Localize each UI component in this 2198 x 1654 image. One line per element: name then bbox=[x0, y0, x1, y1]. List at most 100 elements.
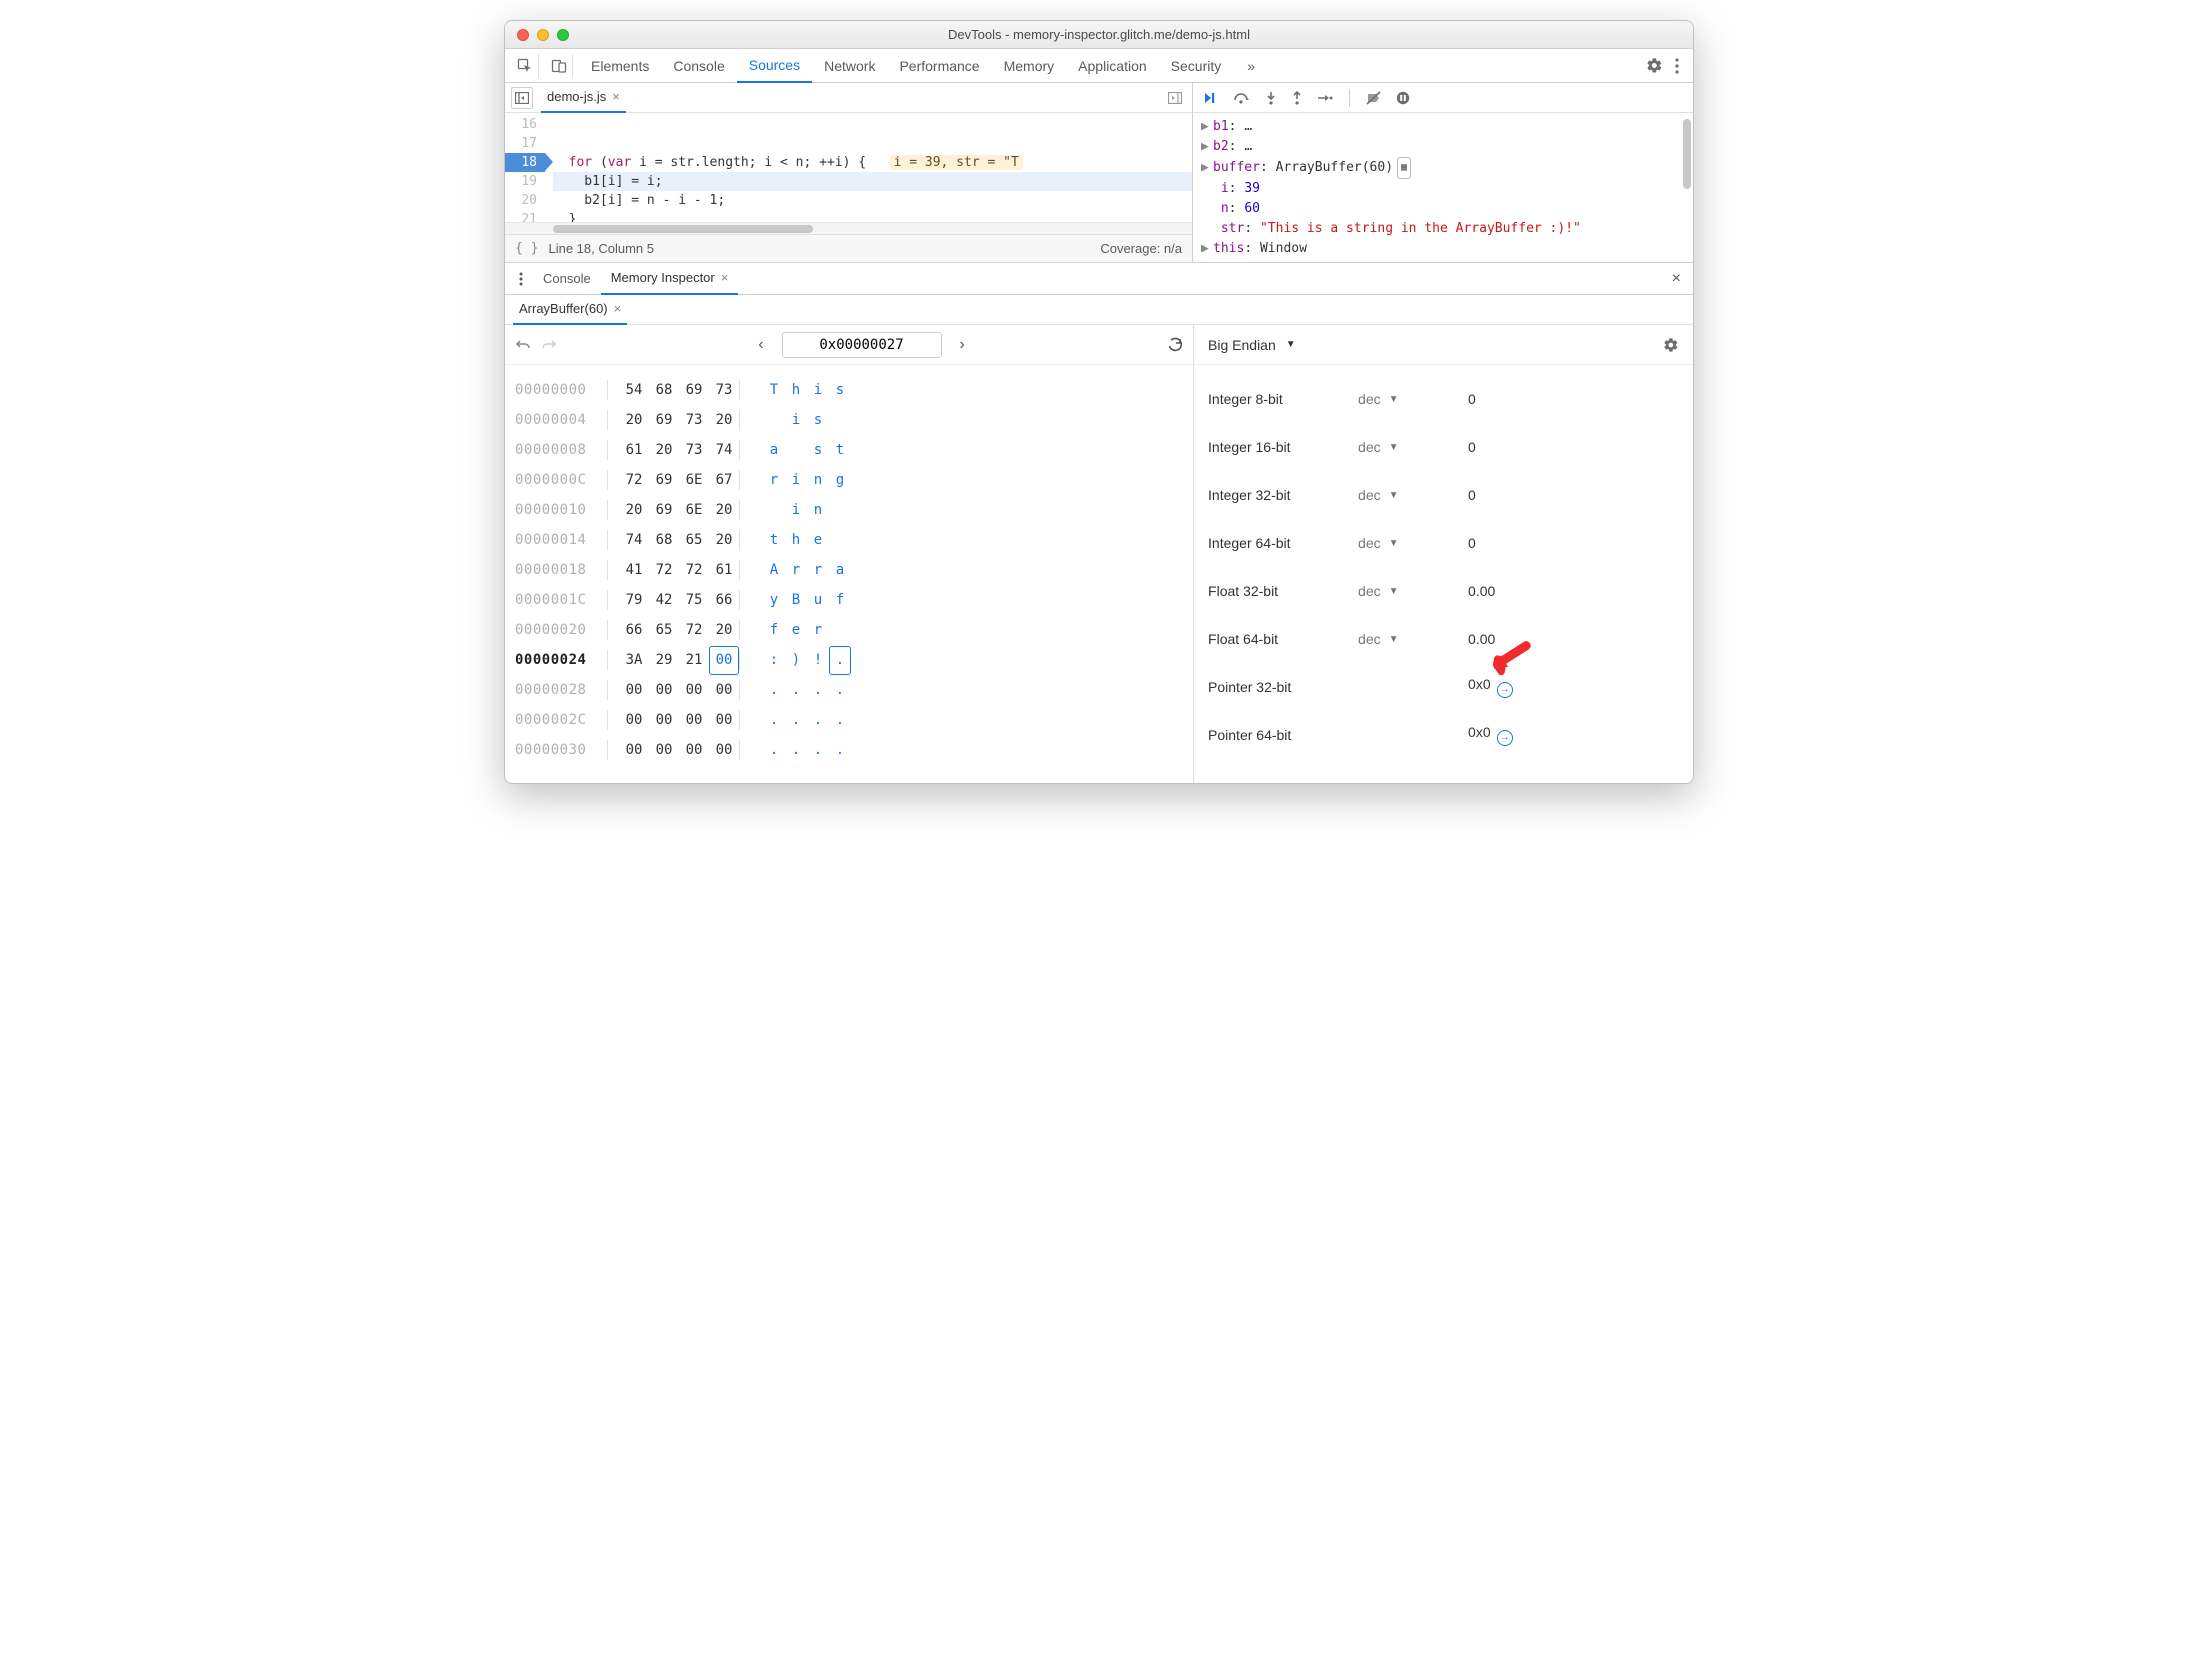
hex-byte[interactable]: 74 bbox=[709, 435, 739, 465]
hex-ascii[interactable]: . bbox=[763, 675, 785, 705]
hex-byte[interactable]: 72 bbox=[679, 555, 709, 585]
hex-byte[interactable]: 20 bbox=[709, 405, 739, 435]
hex-byte[interactable]: 00 bbox=[679, 705, 709, 735]
hex-ascii[interactable] bbox=[829, 495, 851, 525]
hex-ascii[interactable]: ) bbox=[785, 645, 807, 675]
hex-ascii[interactable]: t bbox=[829, 435, 851, 465]
resume-icon[interactable] bbox=[1203, 91, 1219, 105]
hex-byte[interactable]: 61 bbox=[709, 555, 739, 585]
horizontal-scrollbar[interactable] bbox=[505, 222, 1192, 234]
deactivate-breakpoints-icon[interactable] bbox=[1366, 91, 1382, 105]
hex-ascii[interactable]: . bbox=[807, 675, 829, 705]
step-icon[interactable] bbox=[1317, 92, 1333, 104]
hex-ascii[interactable]: r bbox=[807, 555, 829, 585]
hex-byte[interactable]: 20 bbox=[709, 525, 739, 555]
drawer-kebab-icon[interactable] bbox=[513, 272, 529, 286]
hex-ascii[interactable]: . bbox=[807, 705, 829, 735]
hex-ascii[interactable]: i bbox=[785, 495, 807, 525]
memory-chip-icon[interactable]: ▦ bbox=[1397, 157, 1411, 179]
hex-byte[interactable]: 21 bbox=[679, 645, 709, 675]
scope-variables[interactable]: ▶b1: … ▶b2: … ▶buffer: ArrayBuffer(60)▦ … bbox=[1193, 113, 1693, 262]
hex-byte[interactable]: 00 bbox=[619, 705, 649, 735]
hex-byte[interactable]: 73 bbox=[679, 435, 709, 465]
value-format-select[interactable]: dec▼ bbox=[1358, 391, 1468, 407]
hex-ascii[interactable]: e bbox=[785, 615, 807, 645]
hex-byte[interactable]: 20 bbox=[649, 435, 679, 465]
hex-ascii[interactable]: n bbox=[807, 465, 829, 495]
hex-ascii[interactable]: g bbox=[829, 465, 851, 495]
hex-ascii[interactable]: . bbox=[829, 735, 851, 765]
hex-byte[interactable]: 68 bbox=[649, 375, 679, 405]
hex-ascii[interactable]: e bbox=[807, 525, 829, 555]
tab-security[interactable]: Security bbox=[1159, 49, 1234, 83]
hex-ascii[interactable]: r bbox=[807, 615, 829, 645]
hex-byte[interactable]: 20 bbox=[709, 495, 739, 525]
hex-byte[interactable]: 20 bbox=[619, 495, 649, 525]
tab-sources[interactable]: Sources bbox=[737, 49, 812, 83]
hex-byte[interactable]: 54 bbox=[619, 375, 649, 405]
hex-byte[interactable]: 20 bbox=[619, 405, 649, 435]
hex-ascii[interactable]: a bbox=[763, 435, 785, 465]
inspect-element-icon[interactable] bbox=[511, 54, 539, 78]
hex-ascii[interactable]: f bbox=[763, 615, 785, 645]
hex-ascii[interactable]: r bbox=[763, 465, 785, 495]
hex-ascii[interactable] bbox=[763, 495, 785, 525]
hex-byte[interactable]: 00 bbox=[649, 675, 679, 705]
hex-byte[interactable]: 73 bbox=[679, 405, 709, 435]
hex-byte[interactable]: 72 bbox=[619, 465, 649, 495]
hex-byte[interactable]: 00 bbox=[709, 646, 739, 675]
tab-elements[interactable]: Elements bbox=[579, 49, 661, 83]
hex-byte[interactable]: 69 bbox=[649, 465, 679, 495]
hex-byte[interactable]: 65 bbox=[679, 525, 709, 555]
vertical-scrollbar[interactable] bbox=[1683, 119, 1691, 189]
memory-buffer-tab[interactable]: ArrayBuffer(60) × bbox=[513, 295, 627, 325]
hex-ascii[interactable] bbox=[829, 405, 851, 435]
tab-console[interactable]: Console bbox=[661, 49, 736, 83]
hex-ascii[interactable]: . bbox=[785, 735, 807, 765]
hex-byte[interactable]: 41 bbox=[619, 555, 649, 585]
hex-ascii[interactable] bbox=[829, 525, 851, 555]
hex-byte[interactable]: 65 bbox=[649, 615, 679, 645]
hex-ascii[interactable]: . bbox=[785, 705, 807, 735]
hex-byte[interactable]: 00 bbox=[649, 705, 679, 735]
jump-to-address-icon[interactable]: → bbox=[1497, 682, 1513, 698]
hex-byte[interactable]: 79 bbox=[619, 585, 649, 615]
drawer-close-icon[interactable]: × bbox=[1668, 270, 1685, 288]
hex-byte[interactable]: 66 bbox=[709, 585, 739, 615]
hex-ascii[interactable]: : bbox=[763, 645, 785, 675]
hex-byte[interactable]: 67 bbox=[709, 465, 739, 495]
hex-byte[interactable]: 00 bbox=[709, 735, 739, 765]
hex-byte[interactable]: 75 bbox=[679, 585, 709, 615]
hex-ascii[interactable]: . bbox=[763, 735, 785, 765]
step-into-icon[interactable] bbox=[1265, 91, 1277, 105]
value-format-select[interactable]: dec▼ bbox=[1358, 583, 1468, 599]
hex-byte[interactable]: 00 bbox=[679, 735, 709, 765]
code-editor[interactable]: 16171819202122 for (var i = str.length; … bbox=[505, 113, 1192, 222]
hex-ascii[interactable]: r bbox=[785, 555, 807, 585]
hex-ascii[interactable]: u bbox=[807, 585, 829, 615]
hex-ascii[interactable]: t bbox=[763, 525, 785, 555]
value-format-select[interactable]: dec▼ bbox=[1358, 535, 1468, 551]
hex-byte[interactable]: 74 bbox=[619, 525, 649, 555]
address-input[interactable] bbox=[782, 332, 942, 358]
hex-ascii[interactable]: . bbox=[829, 705, 851, 735]
tab-performance[interactable]: Performance bbox=[887, 49, 991, 83]
hex-ascii[interactable]: . bbox=[829, 646, 851, 675]
hex-ascii[interactable]: a bbox=[829, 555, 851, 585]
hex-ascii[interactable]: i bbox=[785, 405, 807, 435]
hex-byte[interactable]: 73 bbox=[709, 375, 739, 405]
settings-icon[interactable] bbox=[1646, 57, 1663, 74]
hex-ascii[interactable]: h bbox=[785, 375, 807, 405]
hex-ascii[interactable] bbox=[763, 405, 785, 435]
hex-byte[interactable]: 61 bbox=[619, 435, 649, 465]
hex-byte[interactable]: 00 bbox=[619, 735, 649, 765]
refresh-icon[interactable] bbox=[1166, 336, 1183, 353]
hex-ascii[interactable]: . bbox=[829, 675, 851, 705]
hex-byte[interactable]: 00 bbox=[709, 705, 739, 735]
hex-ascii[interactable]: . bbox=[763, 705, 785, 735]
endianness-selector[interactable]: Big Endian ▼ bbox=[1208, 337, 1296, 353]
tab-memory[interactable]: Memory bbox=[992, 49, 1067, 83]
hex-byte[interactable]: 69 bbox=[649, 405, 679, 435]
kebab-menu-icon[interactable] bbox=[1675, 58, 1679, 74]
hex-ascii[interactable]: ! bbox=[807, 645, 829, 675]
